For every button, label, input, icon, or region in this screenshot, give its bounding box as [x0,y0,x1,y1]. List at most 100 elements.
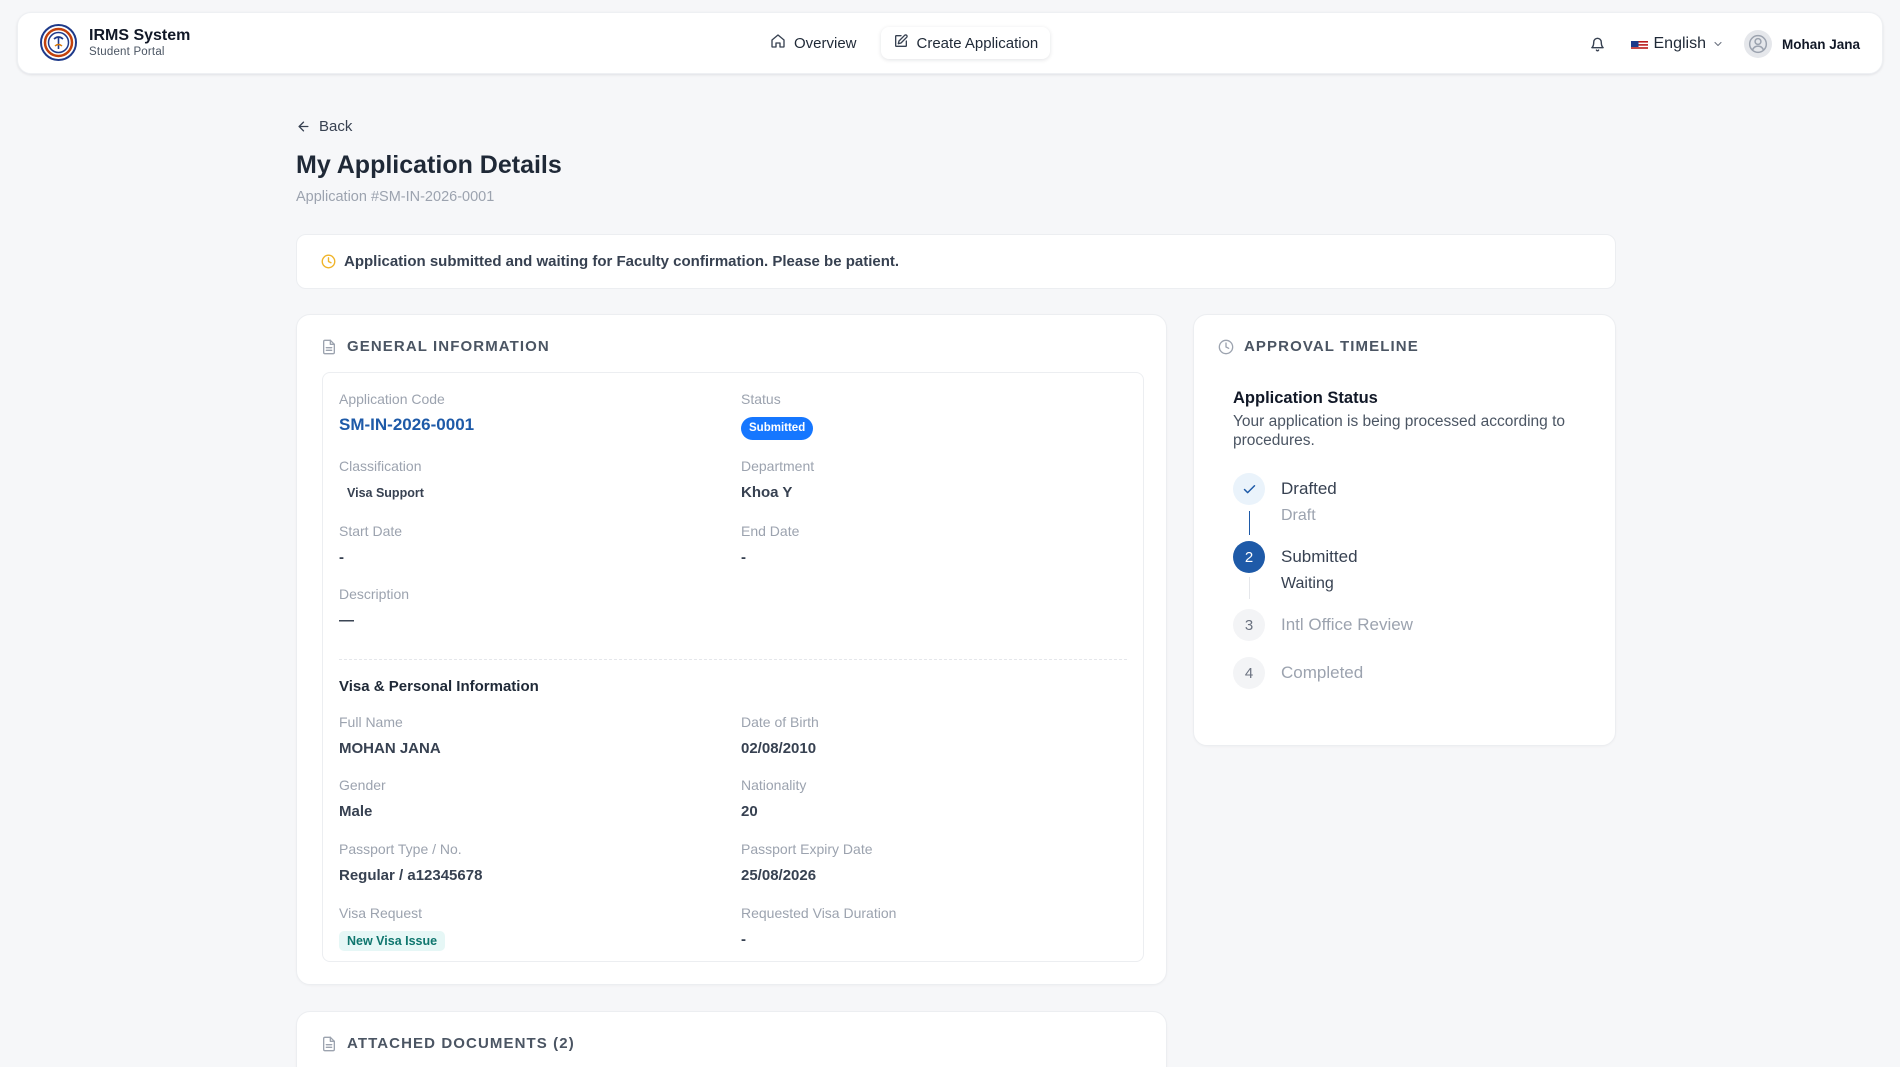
description-field: Description — [339,586,409,630]
classification-label: Classification [339,458,422,474]
brand[interactable]: IRMS System Student Portal [40,24,190,61]
top-navigation-bar: IRMS System Student Portal Overview Crea… [17,12,1883,74]
us-flag-icon [1630,39,1648,50]
visa-request-label: Visa Request [339,905,423,921]
passport-expiry-value: 25/08/2026 [741,867,817,884]
passport-field: Passport Type / No. Regular / a12345678 [339,841,482,885]
end-date-label: End Date [741,523,800,539]
step-completed-indicator: 4 [1233,657,1265,689]
end-date-value: - [741,549,746,566]
nav-overview[interactable]: Overview [758,27,869,59]
step-drafted-label: Drafted [1281,479,1337,498]
back-button[interactable]: Back [296,118,352,135]
step-submitted-indicator: 2 [1233,541,1265,573]
application-status-title: Application Status [1233,389,1378,407]
main-nav: Overview Create Application [758,27,1051,59]
application-number: Application #SM-IN-2026-0001 [296,189,495,205]
end-date-field: End Date - [741,523,799,567]
dob-value: 02/08/2010 [741,740,817,757]
dob-field: Date of Birth 02/08/2010 [741,714,819,758]
chevron-down-icon [1714,41,1722,47]
back-label: Back [319,118,353,135]
passport-expiry-field: Passport Expiry Date 25/08/2026 [741,841,873,885]
description-label: Description [339,586,410,602]
full-name-value: MOHAN JANA [339,740,441,757]
step-completed-label: Completed [1281,663,1364,682]
home-icon [770,33,786,53]
step-submitted-label: Submitted [1281,547,1358,566]
application-code-value: SM-IN-2026-0001 [339,415,475,434]
clock-icon [1218,339,1234,354]
attached-documents-card: ATTACHED DOCUMENTS (2) [296,1011,1167,1067]
step-intl-office-label: Intl Office Review [1281,615,1413,634]
start-date-value: - [339,549,344,566]
document-icon [323,339,335,354]
approval-timeline-card: APPROVAL TIMELINE Application Status You… [1193,314,1616,746]
check-icon [1243,484,1255,493]
arrow-left-icon [298,121,309,132]
nationality-value: 20 [741,803,758,820]
document-icon [323,1036,335,1051]
general-information-card: GENERAL INFORMATION Application Code SM-… [296,314,1167,985]
status-badge: Submitted [741,417,814,440]
language-selector[interactable]: English [1630,35,1724,53]
step-submitted-sub: Waiting [1281,575,1334,592]
passport-value: Regular / a12345678 [339,867,483,884]
visa-duration-label: Requested Visa Duration [741,905,897,921]
visa-request-tag: New Visa Issue [339,931,446,951]
step-drafted-indicator [1233,473,1265,505]
classification-field: Classification Visa Support [339,458,424,502]
user-menu[interactable]: Mohan Jana [1743,30,1860,58]
dob-label: Date of Birth [741,714,819,730]
nav-create-application[interactable]: Create Application [880,27,1051,59]
section-divider [339,659,1127,660]
language-label: English [1653,35,1706,52]
logo-icon [40,24,77,61]
gender-field: Gender Male [339,777,386,821]
application-status-description: Your application is being processed acco… [1233,413,1566,449]
department-field: Department Khoa Y [741,458,814,502]
gender-label: Gender [339,777,386,793]
gender-value: Male [339,803,373,820]
department-value: Khoa Y [741,484,793,501]
edit-icon [893,33,909,53]
brand-subtitle: Student Portal [89,46,165,58]
visa-section-title: Visa & Personal Information [339,678,539,695]
step-connector [1249,511,1250,535]
nav-create-application-label: Create Application [916,34,1039,52]
nav-overview-label: Overview [794,34,857,52]
nationality-label: Nationality [741,777,807,793]
start-date-label: Start Date [339,523,403,539]
notice-text: Application submitted and waiting for Fa… [344,253,900,270]
brand-title: IRMS System [89,27,191,44]
nationality-field: Nationality 20 [741,777,806,821]
visa-request-field: Visa Request New Visa Issue [339,905,446,951]
status-field: Status Submitted [741,391,814,440]
bell-icon [1591,37,1604,51]
application-code-field: Application Code SM-IN-2026-0001 [339,391,474,434]
general-information-title: GENERAL INFORMATION [347,338,550,355]
notification-bell-button[interactable] [1581,27,1615,61]
description-value: — [339,612,354,629]
page-title: My Application Details [296,151,562,179]
approval-timeline-title: APPROVAL TIMELINE [1244,338,1419,355]
clock-icon [321,254,336,269]
general-information-panel: Application Code SM-IN-2026-0001 Status … [322,372,1144,962]
visa-duration-field: Requested Visa Duration - [741,905,896,949]
visa-duration-value: - [741,931,746,948]
status-label: Status [741,391,781,407]
status-notice: Application submitted and waiting for Fa… [296,234,1616,289]
classification-tag: Visa Support [347,486,424,500]
application-code-label: Application Code [339,391,445,407]
user-name: Mohan Jana [1781,36,1860,52]
step-connector [1249,577,1250,599]
step-drafted-sub: Draft [1281,507,1316,524]
start-date-field: Start Date - [339,523,402,567]
passport-expiry-label: Passport Expiry Date [741,841,873,857]
full-name-label: Full Name [339,714,403,730]
step-intl-office-indicator: 3 [1233,609,1265,641]
department-label: Department [741,458,815,474]
user-icon [1748,34,1768,54]
full-name-field: Full Name MOHAN JANA [339,714,441,758]
attached-documents-title: ATTACHED DOCUMENTS (2) [347,1035,575,1052]
